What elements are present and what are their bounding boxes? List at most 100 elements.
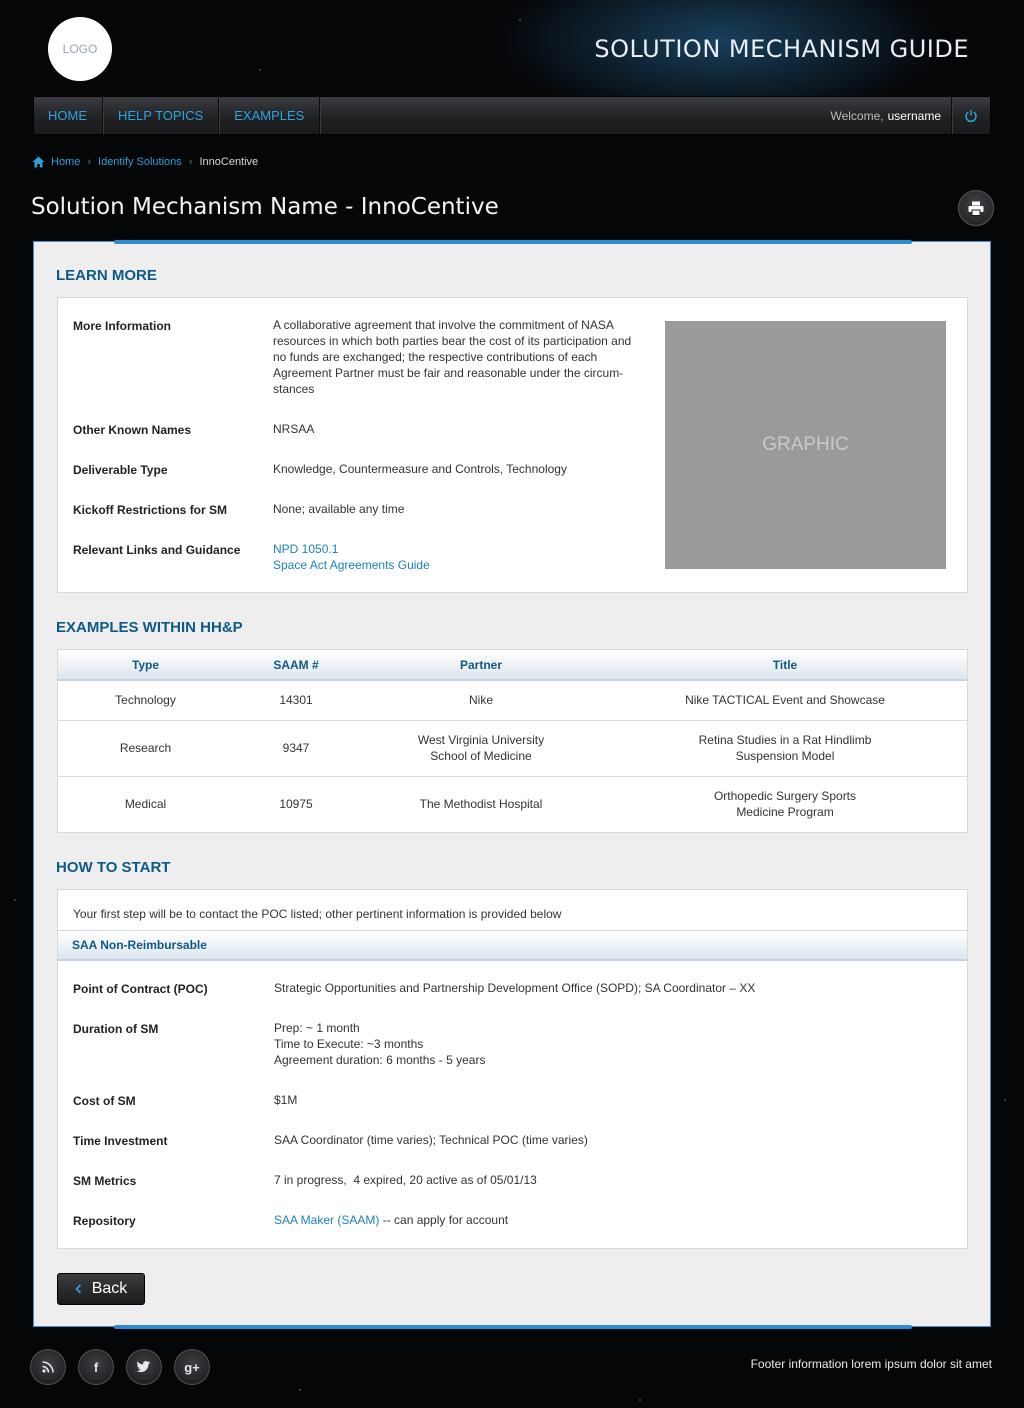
chevron-right-icon: › (188, 156, 193, 168)
time-investment-label: Time Investment (73, 1134, 168, 1148)
duration-prep: Prep: ~ 1 month (274, 1021, 360, 1035)
poc-label: Point of Contract (POC) (73, 982, 208, 996)
print-button[interactable] (958, 190, 994, 226)
home-icon[interactable] (32, 156, 45, 168)
how-to-start-title: HOW TO START (56, 859, 171, 876)
duration-execute: Time to Execute: ~3 months (274, 1037, 424, 1051)
chevron-right-icon: › (87, 156, 92, 168)
table-row[interactable]: Research 9347 West Virginia University S… (58, 719, 967, 776)
logo[interactable]: LOGO (48, 17, 112, 81)
cell-title: Retina Studies in a Rat Hindlimb Suspens… (603, 719, 967, 776)
panel-glow-top (114, 240, 912, 244)
title-line-1: Retina Studies in a Rat Hindlimb (698, 733, 872, 747)
footer-text: Footer information lorem ipsum dolor sit… (750, 1357, 992, 1371)
twitter-button[interactable] (126, 1349, 162, 1385)
breadcrumb-home[interactable]: Home (51, 156, 80, 168)
links-label: Relevant Links and Guidance (73, 543, 241, 557)
nav-home[interactable]: HOME (34, 97, 103, 134)
welcome-message: Welcome, username (830, 97, 951, 134)
site-title: SOLUTION MECHANISM GUIDE (594, 35, 969, 63)
column-header-title: Title (603, 650, 967, 681)
breadcrumb-current: InnoCentive (199, 156, 259, 168)
google-plus-button[interactable]: g+ (174, 1349, 210, 1385)
nav-help-topics[interactable]: HELP TOPICS (103, 97, 220, 134)
more-info-value: A collaborative agreement that involve t… (273, 318, 632, 396)
examples-title: EXAMPLES WITHIN HH&P (56, 619, 243, 636)
panel-glow-bottom (114, 1325, 912, 1329)
nav-examples[interactable]: EXAMPLES (219, 97, 321, 134)
back-button[interactable]: Back (57, 1273, 145, 1305)
title-line-1: Orthopedic Surgery Sports (713, 788, 857, 803)
table-row[interactable]: Technology 14301 Nike Nike TACTICAL Even… (58, 679, 967, 720)
rss-button[interactable] (30, 1349, 66, 1385)
examples-table: Type SAAM # Partner Title Technology 143… (58, 650, 967, 831)
deliverable-value: Knowledge, Countermeasure and Controls, … (273, 462, 567, 476)
cell-title: Nike TACTICAL Event and Showcase (603, 679, 967, 720)
cell-type: Research (58, 719, 233, 776)
metrics-value: 7 in progress, 4 expired, 20 active as o… (274, 1173, 537, 1187)
facebook-button[interactable]: f (78, 1349, 114, 1385)
other-names-label: Other Known Names (73, 423, 192, 437)
partner-line-2: School of Medicine (430, 749, 532, 763)
duration-agreement: Agreement duration: 6 months - 5 years (274, 1053, 486, 1067)
cell-type: Medical (58, 775, 233, 831)
cell-partner: The Methodist Hospital (359, 775, 603, 831)
main-panel: LEARN MORE More Information A collaborat… (33, 240, 991, 1329)
other-names-value: NRSAA (273, 422, 315, 436)
kickoff-label: Kickoff Restrictions for SM (73, 503, 228, 517)
cell-partner: Nike (359, 679, 603, 720)
duration-label: Duration of SM (73, 1022, 159, 1036)
learn-more-box: More Information A collaborative agreeme… (57, 297, 968, 593)
username-link[interactable]: username (888, 109, 941, 123)
print-icon (968, 201, 984, 216)
chevron-left-icon (75, 1284, 81, 1294)
time-investment-value: SAA Coordinator (time varies); Technical… (274, 1133, 588, 1147)
table-header-row: Type SAAM # Partner Title (58, 650, 967, 681)
how-to-start-box: Your first step will be to contact the P… (57, 889, 968, 1249)
link-npd[interactable]: NPD 1050.1 (273, 541, 430, 557)
links-value: NPD 1050.1 Space Act Agreements Guide (273, 541, 430, 573)
poc-value: Strategic Opportunities and Partnership … (274, 981, 756, 995)
rss-icon (42, 1361, 54, 1373)
back-button-label: Back (91, 1280, 128, 1297)
twitter-icon (137, 1361, 151, 1373)
breadcrumb-identify-solutions[interactable]: Identify Solutions (98, 156, 182, 168)
partner-line-1: West Virginia University (417, 733, 545, 747)
kickoff-value: None; available any time (273, 502, 405, 516)
table-row[interactable]: Medical 10975 The Methodist Hospital Ort… (58, 775, 967, 831)
logout-button[interactable] (951, 97, 990, 134)
deliverable-label: Deliverable Type (73, 463, 168, 477)
graphic-placeholder: GRAPHIC (665, 321, 946, 569)
title-line-2: Medicine Program (736, 804, 834, 819)
repository-label: Repository (73, 1214, 136, 1228)
power-icon (965, 109, 977, 122)
cell-saam: 10975 (233, 775, 359, 831)
column-header-type: Type (58, 650, 233, 681)
saa-subheader: SAA Non-Reimbursable (58, 930, 967, 961)
column-header-saam: SAAM # (233, 650, 359, 681)
saam-link[interactable]: SAA Maker (SAAM) (274, 1213, 379, 1227)
cell-title: Orthopedic Surgery Sports Medicine Progr… (603, 775, 967, 831)
cell-type: Technology (58, 679, 233, 720)
facebook-icon: f (93, 1359, 99, 1375)
examples-table-box: Type SAAM # Partner Title Technology 143… (57, 649, 968, 833)
how-to-start-intro: Your first step will be to contact the P… (73, 907, 562, 921)
welcome-prefix: Welcome, (830, 108, 884, 123)
metrics-label: SM Metrics (73, 1174, 137, 1188)
cost-label: Cost of SM (73, 1094, 136, 1108)
duration-value: Prep: ~ 1 month Time to Execute: ~3 mont… (274, 1020, 485, 1068)
title-line-2: Suspension Model (735, 749, 835, 763)
learn-more-title: LEARN MORE (56, 267, 157, 284)
link-space-act-guide[interactable]: Space Act Agreements Guide (273, 557, 430, 573)
cell-saam: 14301 (233, 679, 359, 720)
repository-value: SAA Maker (SAAM) -- can apply for accoun… (274, 1212, 508, 1228)
google-plus-icon: g+ (184, 1359, 200, 1375)
breadcrumb: Home › Identify Solutions › InnoCentive (32, 156, 258, 168)
page-title: Solution Mechanism Name - InnoCentive (31, 194, 499, 220)
main-navbar: HOME HELP TOPICS EXAMPLES Welcome, usern… (33, 96, 991, 135)
more-info-label: More Information (73, 319, 171, 333)
cost-value: $1M (274, 1093, 298, 1107)
repository-suffix: -- can apply for account (379, 1213, 509, 1227)
cell-saam: 9347 (233, 719, 359, 776)
